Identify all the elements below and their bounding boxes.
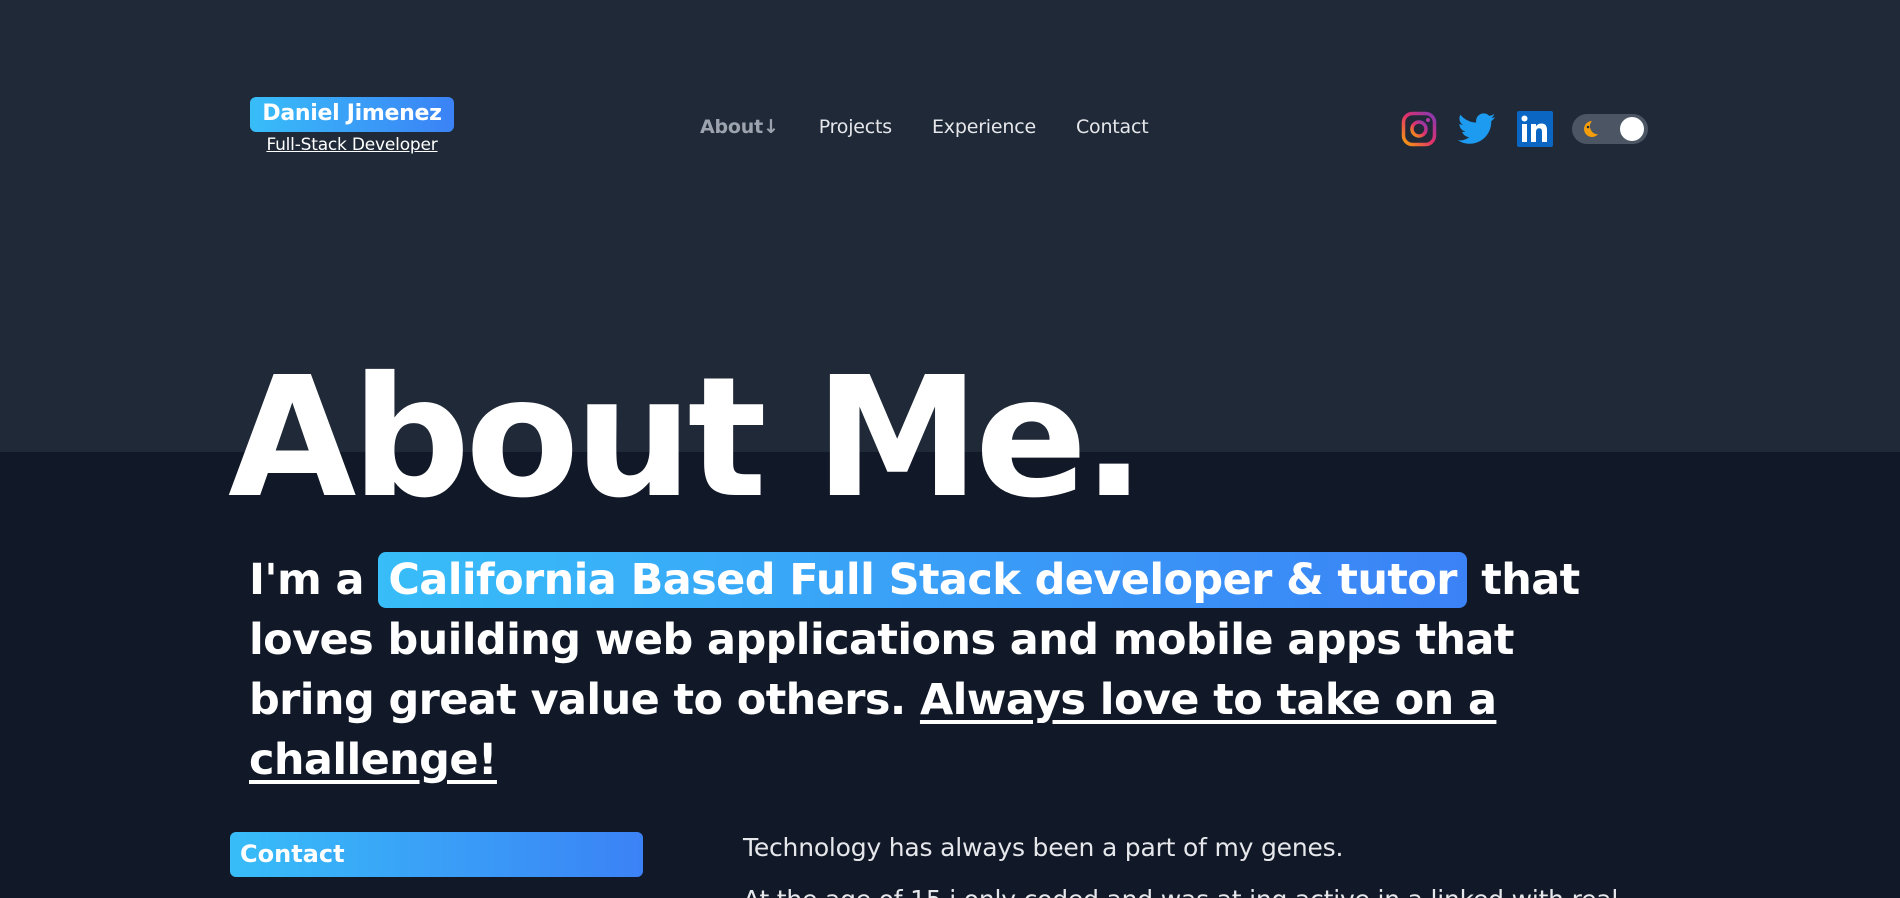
nav-item-experience[interactable]: Experience (932, 116, 1036, 138)
twitter-icon[interactable] (1458, 110, 1496, 148)
about-paragraph-1: Technology has always been a part of my … (743, 833, 1344, 862)
instagram-icon[interactable] (1400, 110, 1438, 148)
moon-icon (1580, 119, 1600, 143)
main-nav: About↓ Projects Experience Contact (700, 116, 1189, 138)
page-content: Daniel Jimenez Full-Stack Developer Abou… (0, 0, 1900, 898)
brand-subtitle[interactable]: Full-Stack Developer (250, 135, 454, 155)
social-links (1400, 110, 1648, 148)
nav-item-contact[interactable]: Contact (1076, 116, 1149, 138)
nav-item-projects[interactable]: Projects (819, 116, 893, 138)
intro-highlight: California Based Full Stack developer & … (378, 552, 1467, 608)
page-title: About Me. (228, 342, 1145, 535)
contact-button[interactable]: Contact (230, 832, 643, 877)
brand[interactable]: Daniel Jimenez Full-Stack Developer (250, 97, 454, 155)
toggle-knob[interactable] (1620, 117, 1644, 141)
about-paragraph-2: At the age of 15 i only coded and was at… (743, 885, 1843, 898)
brand-name[interactable]: Daniel Jimenez (250, 97, 454, 132)
intro-text: I'm a California Based Full Stack develo… (249, 550, 1609, 790)
theme-toggle[interactable] (1572, 114, 1648, 144)
intro-prefix: I'm a (249, 555, 365, 605)
nav-item-about[interactable]: About↓ (700, 116, 779, 138)
linkedin-icon[interactable] (1516, 110, 1554, 148)
